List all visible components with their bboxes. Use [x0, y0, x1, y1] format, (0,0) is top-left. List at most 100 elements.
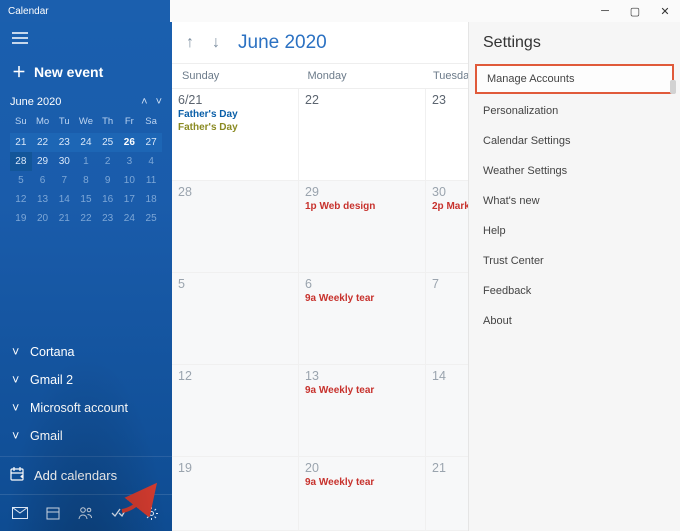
- maximize-button[interactable]: ▢: [620, 0, 650, 22]
- settings-title: Settings: [469, 34, 680, 64]
- settings-item[interactable]: Personalization: [469, 96, 680, 126]
- mail-icon[interactable]: [10, 503, 30, 523]
- settings-item[interactable]: Trust Center: [469, 246, 680, 276]
- day-cell[interactable]: 5: [172, 273, 299, 365]
- todo-icon[interactable]: [109, 503, 129, 523]
- mini-up-icon[interactable]: ˄: [141, 96, 147, 108]
- mini-dow-cell: Tu: [53, 116, 75, 133]
- mini-day-cell[interactable]: 22: [32, 133, 54, 152]
- new-event-button[interactable]: ＋ New event: [0, 54, 172, 96]
- weekday-label: Sunday: [178, 70, 304, 82]
- close-button[interactable]: ✕: [650, 0, 680, 22]
- mini-day-cell[interactable]: 3: [119, 152, 141, 171]
- mini-dow-cell: Th: [97, 116, 119, 133]
- settings-item[interactable]: Manage Accounts: [475, 64, 674, 94]
- calendar-event[interactable]: Father's Day: [178, 122, 292, 133]
- scrollbar-thumb[interactable]: [670, 80, 676, 94]
- mini-day-cell[interactable]: 12: [10, 190, 32, 209]
- mini-day-cell[interactable]: 26: [119, 133, 141, 152]
- mini-day-cell[interactable]: 22: [75, 209, 97, 228]
- mini-day-cell[interactable]: 24: [75, 133, 97, 152]
- settings-item[interactable]: Weather Settings: [469, 156, 680, 186]
- hamburger-button[interactable]: [0, 22, 172, 54]
- people-icon[interactable]: [76, 503, 96, 523]
- mini-day-cell[interactable]: 25: [97, 133, 119, 152]
- day-number: 29: [305, 185, 419, 199]
- mini-day-cell[interactable]: 1: [75, 152, 97, 171]
- day-cell[interactable]: 69a Weekly tear: [299, 273, 426, 365]
- calendar-event[interactable]: 9a Weekly tear: [305, 477, 419, 488]
- mini-down-icon[interactable]: ˅: [156, 96, 162, 108]
- chevron-down-icon: ˅: [12, 429, 22, 443]
- add-calendars-button[interactable]: Add calendars: [0, 456, 172, 494]
- day-cell[interactable]: 28: [172, 181, 299, 273]
- mini-day-cell[interactable]: 23: [97, 209, 119, 228]
- day-cell[interactable]: 19: [172, 457, 299, 531]
- settings-item[interactable]: About: [469, 306, 680, 336]
- calendar-icon[interactable]: [43, 503, 63, 523]
- weekday-label: Monday: [304, 70, 430, 82]
- day-cell[interactable]: 22: [299, 89, 426, 181]
- day-number: 13: [305, 369, 419, 383]
- mini-day-cell[interactable]: 25: [140, 209, 162, 228]
- mini-day-cell[interactable]: 28: [10, 152, 32, 171]
- mini-day-cell[interactable]: 10: [119, 171, 141, 190]
- window-controls: ─ ▢ ✕: [590, 0, 680, 22]
- mini-day-cell[interactable]: 23: [53, 133, 75, 152]
- mini-day-cell[interactable]: 21: [53, 209, 75, 228]
- calendar-event[interactable]: 9a Weekly tear: [305, 385, 419, 396]
- mini-day-cell[interactable]: 29: [32, 152, 54, 171]
- calendar-account-item[interactable]: ˅Microsoft account: [6, 394, 166, 422]
- mini-day-cell[interactable]: 19: [10, 209, 32, 228]
- settings-item[interactable]: Calendar Settings: [469, 126, 680, 156]
- mini-day-cell[interactable]: 15: [75, 190, 97, 209]
- calendar-account-item[interactable]: ˅Gmail 2: [6, 366, 166, 394]
- mini-day-cell[interactable]: 4: [140, 152, 162, 171]
- mini-day-cell[interactable]: 16: [97, 190, 119, 209]
- mini-day-cell[interactable]: 8: [75, 171, 97, 190]
- mini-day-cell[interactable]: 13: [32, 190, 54, 209]
- calendar-event[interactable]: 1p Web design: [305, 201, 419, 212]
- settings-gear-icon[interactable]: [142, 503, 162, 523]
- mini-dow-cell: Mo: [32, 116, 54, 133]
- mini-day-cell[interactable]: 6: [32, 171, 54, 190]
- settings-item[interactable]: What's new: [469, 186, 680, 216]
- day-cell[interactable]: 209a Weekly tear: [299, 457, 426, 531]
- calendar-event[interactable]: 9a Weekly tear: [305, 293, 419, 304]
- month-label[interactable]: June 2020: [238, 32, 327, 54]
- mini-day-cell[interactable]: 24: [119, 209, 141, 228]
- plus-icon: ＋: [12, 62, 26, 82]
- mini-day-cell[interactable]: 27: [140, 133, 162, 152]
- mini-day-cell[interactable]: 17: [119, 190, 141, 209]
- mini-calendar[interactable]: June 2020 ˄ ˅ SuMoTuWeThFrSa 21222324252…: [0, 96, 172, 234]
- day-cell[interactable]: 6/21Father's DayFather's Day: [172, 89, 299, 181]
- mini-day-cell[interactable]: 14: [53, 190, 75, 209]
- day-cell[interactable]: 13 9a Weekly tear: [299, 365, 426, 457]
- calendar-account-item[interactable]: ˅Cortana: [6, 338, 166, 366]
- mini-day-cell[interactable]: 7: [53, 171, 75, 190]
- next-arrow-icon[interactable]: ↓: [208, 32, 224, 54]
- settings-item[interactable]: Help: [469, 216, 680, 246]
- minimize-button[interactable]: ─: [590, 0, 620, 22]
- mini-day-cell[interactable]: 18: [140, 190, 162, 209]
- settings-item[interactable]: Feedback: [469, 276, 680, 306]
- day-cell[interactable]: 29 1p Web design: [299, 181, 426, 273]
- chevron-down-icon: ˅: [12, 401, 22, 415]
- mini-day-cell[interactable]: 30: [53, 152, 75, 171]
- mini-day-cell[interactable]: 11: [140, 171, 162, 190]
- calendar-account-item[interactable]: ˅Gmail: [6, 422, 166, 450]
- day-number: 12: [178, 369, 292, 383]
- day-number: 19: [178, 461, 292, 475]
- day-cell[interactable]: 12: [172, 365, 299, 457]
- calendar-event[interactable]: Father's Day: [178, 109, 292, 120]
- mini-day-cell[interactable]: 2: [97, 152, 119, 171]
- mini-day-cell[interactable]: 20: [32, 209, 54, 228]
- main-area: ↑ ↓ June 2020 Today Day SundayMondayTues…: [172, 22, 680, 531]
- bottom-toolbar: [0, 494, 172, 531]
- mini-day-cell[interactable]: 21: [10, 133, 32, 152]
- mini-calendar-grid[interactable]: SuMoTuWeThFrSa 2122232425262728293012345…: [10, 116, 162, 228]
- mini-dow-cell: Su: [10, 116, 32, 133]
- mini-day-cell[interactable]: 9: [97, 171, 119, 190]
- mini-day-cell[interactable]: 5: [10, 171, 32, 190]
- prev-arrow-icon[interactable]: ↑: [182, 32, 198, 54]
